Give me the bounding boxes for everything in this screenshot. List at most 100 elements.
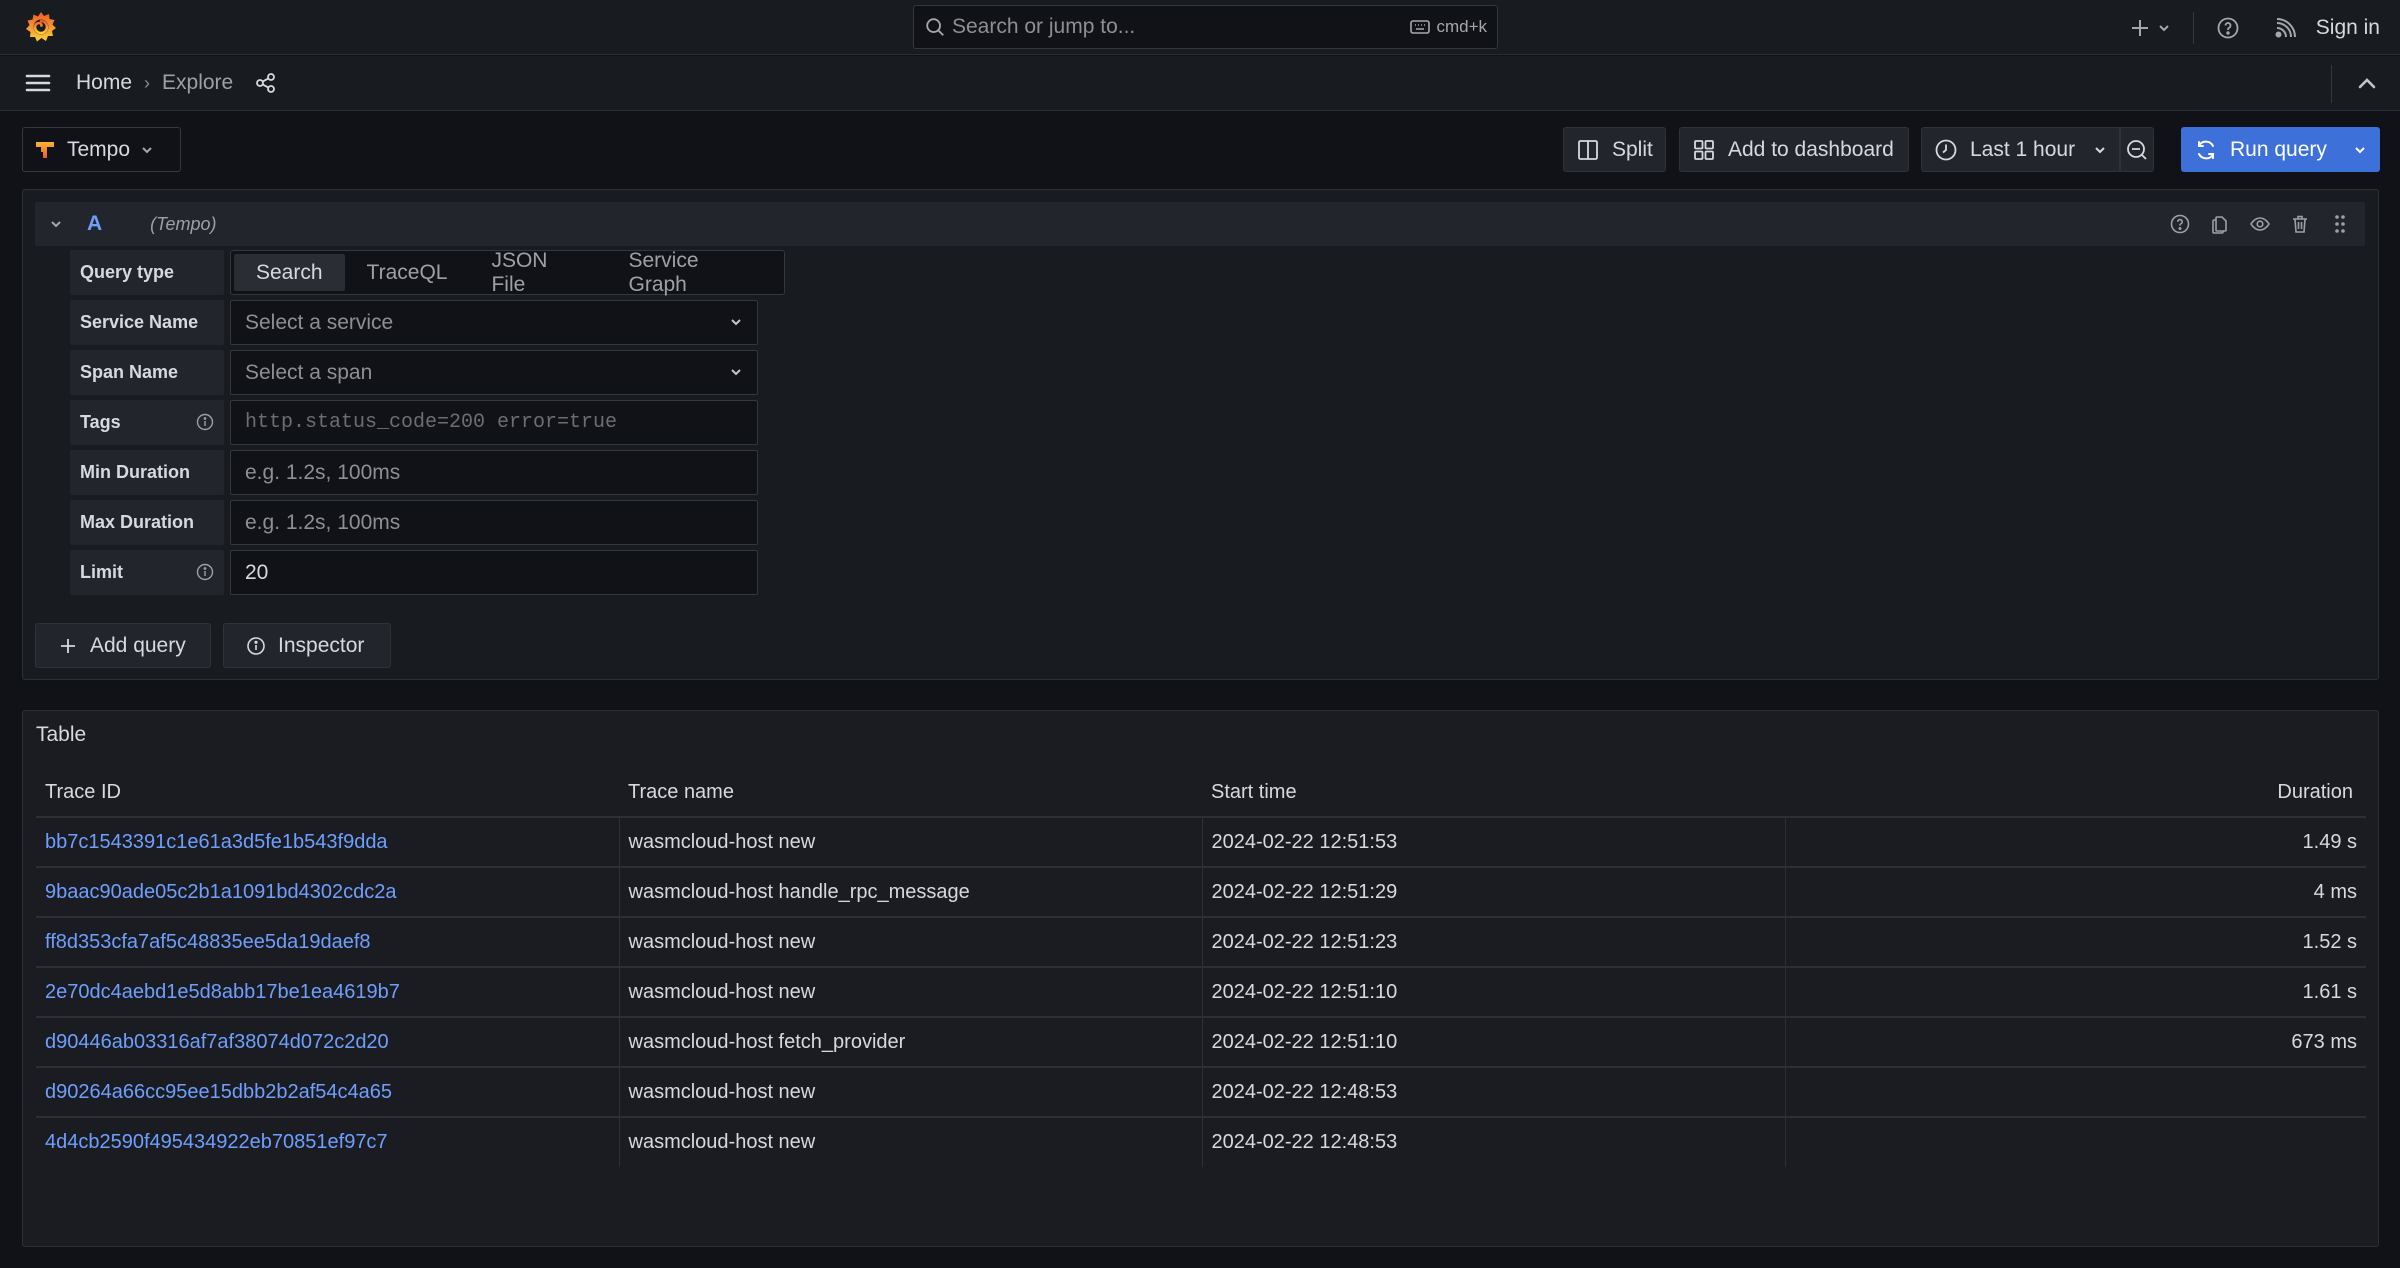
duplicate-icon[interactable] bbox=[2209, 213, 2231, 235]
table-row: d90264a66cc95ee15dbb2b2af54c4a65 wasmclou… bbox=[36, 1067, 2366, 1118]
trace-id-link[interactable]: bb7c1543391c1e61a3d5fe1b543f9dda bbox=[36, 817, 619, 868]
tags-label: Tags bbox=[70, 400, 224, 445]
tags-input[interactable] bbox=[230, 400, 758, 445]
sync-icon bbox=[2198, 140, 2214, 159]
help-button[interactable] bbox=[2216, 16, 2240, 40]
chevron-up-icon[interactable] bbox=[2354, 71, 2380, 97]
start-time-cell: 2024-02-22 12:51:10 bbox=[1201, 967, 1785, 1018]
menu-icon[interactable] bbox=[24, 69, 52, 97]
column-header-duration[interactable]: Duration bbox=[2065, 769, 2366, 818]
zoom-out-icon bbox=[2127, 139, 2147, 160]
start-time-cell: 2024-02-22 12:51:29 bbox=[1201, 867, 1785, 918]
zoom-out-button[interactable] bbox=[2120, 127, 2154, 172]
tags-text: Tags bbox=[80, 412, 121, 432]
start-time-cell: 2024-02-22 12:48:53 bbox=[1201, 1067, 1785, 1118]
eye-icon[interactable] bbox=[2249, 213, 2271, 235]
traces-table: Trace ID Trace name Start time Duration … bbox=[36, 769, 2366, 1167]
trace-id-link[interactable]: d90446ab03316af7af38074d072c2d20 bbox=[36, 1017, 619, 1068]
trace-name-cell: wasmcloud-host new bbox=[618, 967, 1202, 1018]
split-icon bbox=[1578, 139, 1598, 160]
split-button[interactable]: Split bbox=[1563, 127, 1666, 172]
time-range-picker[interactable]: Last 1 hour bbox=[1921, 127, 2120, 172]
info-icon[interactable] bbox=[196, 413, 214, 431]
divider bbox=[2331, 64, 2332, 103]
news-button[interactable] bbox=[2274, 17, 2296, 39]
keyboard-shortcut: cmd+k bbox=[1410, 17, 1487, 37]
apps-icon bbox=[1694, 139, 1714, 160]
shortcut-label: cmd+k bbox=[1436, 17, 1487, 36]
query-type-label: Query type bbox=[70, 250, 224, 295]
query-type-traceql[interactable]: TraceQL bbox=[345, 254, 470, 291]
trace-id-link[interactable]: 2e70dc4aebd1e5d8abb17be1ea4619b7 bbox=[36, 967, 619, 1018]
breadcrumb-bar: Home › Explore bbox=[0, 56, 2400, 111]
limit-input[interactable] bbox=[230, 550, 758, 595]
info-icon[interactable] bbox=[196, 563, 214, 581]
search-bar[interactable]: Search or jump to... cmd+k bbox=[913, 5, 1498, 49]
query-datasource: (Tempo) bbox=[150, 213, 217, 234]
chevron-down-icon bbox=[731, 369, 741, 376]
add-query-label: Add query bbox=[90, 633, 186, 657]
limit-text: Limit bbox=[80, 562, 123, 582]
clock-icon bbox=[1935, 139, 1957, 160]
inspector-label: Inspector bbox=[278, 633, 365, 657]
add-query-button[interactable]: Add query bbox=[35, 623, 211, 668]
duration-cell: 1.52 s bbox=[2065, 917, 2366, 968]
start-time-cell: 2024-02-22 12:51:23 bbox=[1201, 917, 1785, 968]
trace-id-link[interactable]: d90264a66cc95ee15dbb2b2af54c4a65 bbox=[36, 1067, 619, 1118]
add-to-dashboard-label: Add to dashboard bbox=[1728, 137, 1894, 161]
column-header-trace-id[interactable]: Trace ID bbox=[36, 769, 619, 818]
query-ref-id[interactable]: A bbox=[87, 212, 102, 236]
help-icon[interactable] bbox=[2169, 213, 2191, 235]
query-type-json-file[interactable]: JSON File bbox=[469, 249, 606, 296]
query-row-header: A (Tempo) bbox=[35, 202, 2365, 246]
max-duration-input[interactable] bbox=[230, 500, 758, 545]
min-duration-input[interactable] bbox=[230, 450, 758, 495]
drag-handle-icon[interactable] bbox=[2329, 213, 2351, 235]
divider bbox=[2192, 11, 2194, 44]
service-name-placeholder: Select a service bbox=[245, 310, 394, 334]
span-name-label: Span Name bbox=[70, 350, 224, 395]
start-time-cell: 2024-02-22 12:48:53 bbox=[1201, 1117, 1785, 1167]
span-name-text: Span Name bbox=[80, 362, 179, 382]
panel-title: Table bbox=[36, 723, 87, 746]
datasource-picker[interactable]: Tempo bbox=[22, 127, 181, 172]
breadcrumb-current: Explore bbox=[162, 71, 234, 94]
empty-cell bbox=[1784, 867, 2065, 918]
grafana-logo-icon[interactable] bbox=[24, 10, 58, 44]
help-icon bbox=[2217, 17, 2239, 38]
top-bar: Search or jump to... cmd+k Sign in bbox=[0, 0, 2400, 55]
query-type-search[interactable]: Search bbox=[234, 254, 345, 291]
share-icon[interactable] bbox=[255, 72, 277, 94]
datasource-name: Tempo bbox=[67, 137, 131, 161]
duration-cell: 673 ms bbox=[2065, 1017, 2366, 1068]
service-name-select[interactable]: Select a service bbox=[230, 300, 758, 345]
duration-cell: 1.49 s bbox=[2065, 817, 2366, 868]
inspector-button[interactable]: Inspector bbox=[223, 623, 391, 668]
time-range-label: Last 1 hour bbox=[1970, 137, 2076, 161]
trace-name-cell: wasmcloud-host new bbox=[618, 1117, 1202, 1167]
trace-id-link[interactable]: 4d4cb2590f495434922eb70851ef97c7 bbox=[36, 1117, 619, 1167]
trace-id-link[interactable]: 9baac90ade05c2b1a1091bd4302cdc2a bbox=[36, 867, 619, 918]
new-button[interactable] bbox=[2129, 17, 2171, 39]
plus-icon bbox=[61, 638, 75, 653]
table-row: 9baac90ade05c2b1a1091bd4302cdc2a wasmclou… bbox=[36, 867, 2366, 918]
column-header-trace-name[interactable]: Trace name bbox=[619, 769, 1202, 818]
duration-cell bbox=[2065, 1067, 2366, 1118]
duration-cell: 4 ms bbox=[2065, 867, 2366, 918]
trace-name-cell: wasmcloud-host new bbox=[618, 817, 1202, 868]
add-to-dashboard-button[interactable]: Add to dashboard bbox=[1679, 127, 1909, 172]
table-row: 4d4cb2590f495434922eb70851ef97c7 wasmclou… bbox=[36, 1117, 2366, 1167]
max-duration-text: Max Duration bbox=[80, 512, 195, 532]
column-header-start-time[interactable]: Start time bbox=[1202, 769, 1785, 818]
span-name-select[interactable]: Select a span bbox=[230, 350, 758, 395]
trace-name-cell: wasmcloud-host new bbox=[618, 917, 1202, 968]
query-type-service-graph[interactable]: Service Graph bbox=[607, 249, 782, 296]
breadcrumb-home[interactable]: Home bbox=[76, 71, 132, 95]
info-icon bbox=[247, 636, 265, 655]
run-query-button[interactable]: Run query bbox=[2181, 127, 2380, 172]
trash-icon[interactable] bbox=[2289, 213, 2311, 235]
run-query-options[interactable] bbox=[2343, 143, 2367, 157]
collapse-chevron-icon[interactable] bbox=[49, 217, 63, 231]
sign-in-link[interactable]: Sign in bbox=[2316, 16, 2380, 40]
trace-id-link[interactable]: ff8d353cfa7af5c48835ee5da19daef8 bbox=[36, 917, 619, 968]
